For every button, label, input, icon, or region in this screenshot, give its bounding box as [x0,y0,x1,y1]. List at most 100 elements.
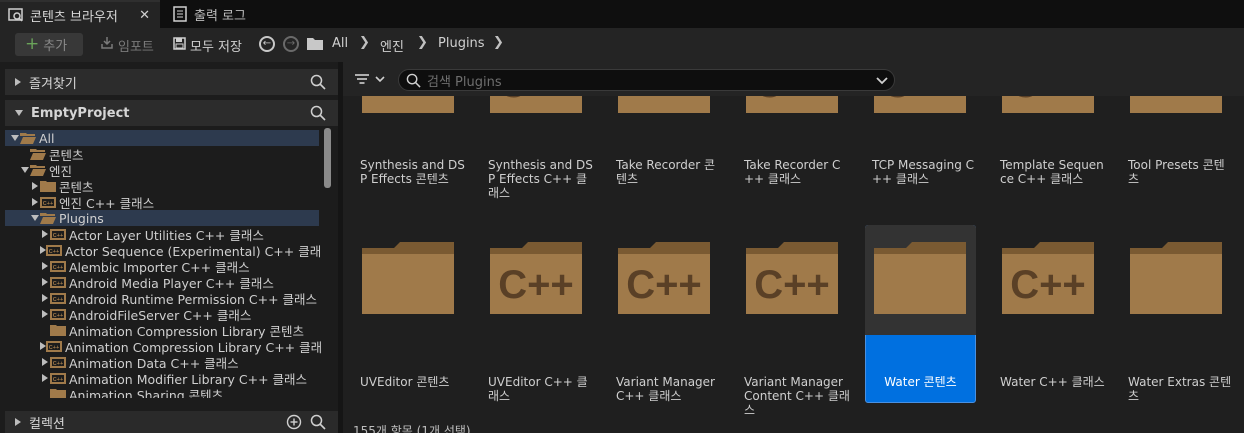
tree-item[interactable]: C++ 엔진 C++ 클래스 [5,194,319,211]
svg-text:C++: C++ [626,263,702,307]
chevron-right-icon [15,418,21,426]
folder-icon: C++ [46,244,62,256]
folder-icon [1128,240,1239,350]
save-all-button[interactable]: 모두 저장 [173,35,242,55]
svg-text:C++: C++ [1010,96,1086,106]
forward-icon[interactable]: → [283,36,299,52]
svg-text:C++: C++ [49,249,59,255]
cpp-class-folder-tile[interactable]: C++ UVEditor C++ 클래스 [481,225,592,405]
chevron-right-icon[interactable] [40,261,50,271]
cpp-class-folder-tile[interactable]: C++ Synthesis and DSP Effects C++ 클래스 [481,96,593,216]
chevron-down-icon[interactable] [30,213,40,223]
tile-label: Tool Presets 콘텐츠 [1128,158,1225,186]
scrollbar[interactable] [324,128,331,188]
cpp-class-folder-tile[interactable]: C++ Variant Manager C++ 클래스 [609,225,720,405]
save-icon [173,36,186,54]
close-icon[interactable]: ✕ [139,8,150,23]
tree-item-label: Plugins [59,210,104,226]
chevron-right-icon[interactable]: ❯ [359,35,370,50]
folder-icon: C++ [50,276,66,288]
chevron-down-icon[interactable] [20,165,30,175]
tile-label: Water Extras 콘텐츠 [1128,375,1232,403]
folder-icon: C++ [1000,96,1111,149]
breadcrumb-plugins[interactable]: Plugins [438,36,485,51]
chevron-right-icon[interactable] [40,373,50,383]
import-icon [100,36,114,54]
import-button[interactable]: 임포트 [100,35,154,55]
tree-item-label: All [39,130,55,146]
cpp-class-folder-tile[interactable]: C++ Variant Manager Content C++ 클래스 [737,225,850,416]
content-folder-tile[interactable]: Tool Presets 콘텐츠 [1121,96,1232,216]
cpp-class-folder-tile[interactable]: C++ Take Recorder C++ 클래스 [737,96,848,216]
content-folder-tile[interactable]: Take Recorder 콘텐츠 [609,96,720,216]
chevron-right-icon[interactable] [30,181,40,191]
svg-text:C++: C++ [498,263,574,307]
chevron-right-icon[interactable] [40,309,50,319]
tile-label: Water 콘텐츠 [884,375,957,389]
project-header[interactable]: EmptyProject [5,100,338,126]
tile-label: Variant Manager Content C++ 클래스 [744,375,850,416]
breadcrumb-all[interactable]: All [332,36,348,51]
tab-output-log[interactable]: 출력 로그 [164,0,304,28]
search-icon[interactable] [310,74,326,94]
chevron-right-icon[interactable] [40,293,50,303]
breadcrumb-engine[interactable]: 엔진 [380,36,404,55]
filter-icon[interactable] [355,73,389,90]
folder-icon [40,180,56,192]
folder-icon: C++ [50,356,66,368]
search-icon[interactable] [310,414,326,433]
tile-label: Variant Manager C++ 클래스 [616,375,715,403]
tile-label: Take Recorder 콘텐츠 [616,158,716,186]
chevron-down-icon[interactable] [10,133,20,143]
svg-text:C++: C++ [53,377,63,383]
chevron-right-icon[interactable] [40,357,50,367]
favorites-header[interactable]: 즐겨찾기 [5,69,338,95]
import-label: 임포트 [118,39,154,55]
chevron-right-icon[interactable]: ❯ [493,35,504,50]
toolbar: + 추가 임포트 모두 저장 ← → All ❯ 엔진 ❯ Plugins ❯ [0,28,1244,62]
tab-content-browser[interactable]: 콘텐츠 브라우저 ✕ [0,0,160,28]
tab-bar: 콘텐츠 브라우저 ✕ 출력 로그 [0,0,1244,28]
svg-text:C++: C++ [43,201,53,207]
back-icon[interactable]: ← [259,36,275,52]
folder-icon: C++ [40,196,56,208]
svg-text:C++: C++ [53,233,63,239]
folder-icon [30,164,46,176]
tab-label: 출력 로그 [194,8,246,24]
chevron-down-icon[interactable] [876,72,888,91]
folder-icon[interactable] [307,37,323,50]
search-icon[interactable] [310,105,326,125]
svg-text:C++: C++ [754,96,830,106]
folder-icon: C++ [50,292,66,304]
tile-label: Synthesis and DSP Effects C++ 클래스 [488,158,593,200]
content-folder-tile[interactable]: Water Extras 콘텐츠 [1121,225,1232,405]
collections-header[interactable]: 컬렉션 [5,411,338,433]
folder-icon: C++ [488,96,599,149]
svg-text:C++: C++ [754,263,830,307]
plus-icon: + [25,34,40,54]
tree-item[interactable]: Animation Sharing 콘텐츠 [5,386,319,398]
cpp-class-folder-tile[interactable]: C++ TCP Messaging C++ 클래스 [865,96,976,216]
content-folder-tile[interactable]: Water 콘텐츠 [865,225,976,405]
cpp-class-folder-tile[interactable]: C++ Template Sequence C++ 클래스 [993,96,1104,216]
tile-label: Synthesis and DSP Effects 콘텐츠 [360,158,465,186]
search-placeholder: 검색 Plugins [427,74,502,90]
chevron-down-icon [15,110,23,116]
chevron-right-icon[interactable]: ❯ [417,35,428,50]
search-input[interactable]: 검색 Plugins [398,69,895,91]
content-folder-tile[interactable]: Synthesis and DSP Effects 콘텐츠 [353,96,465,216]
chevron-right-icon[interactable] [30,197,40,207]
content-folder-tile[interactable]: UVEditor 콘텐츠 [353,225,464,405]
tree-item[interactable]: 콘텐츠 [5,178,319,195]
content-browser-icon [8,7,24,23]
svg-text:C++: C++ [53,297,63,303]
folder-icon: C++ [872,96,983,149]
add-button[interactable]: + 추가 [15,33,83,56]
chevron-right-icon[interactable] [40,277,50,287]
add-collection-icon[interactable] [286,414,302,433]
search-icon [406,73,421,92]
chevron-right-icon[interactable] [40,229,50,239]
cpp-class-folder-tile[interactable]: C++ Water C++ 클래스 [993,225,1105,405]
tree-item[interactable]: 엔진 [5,162,319,179]
